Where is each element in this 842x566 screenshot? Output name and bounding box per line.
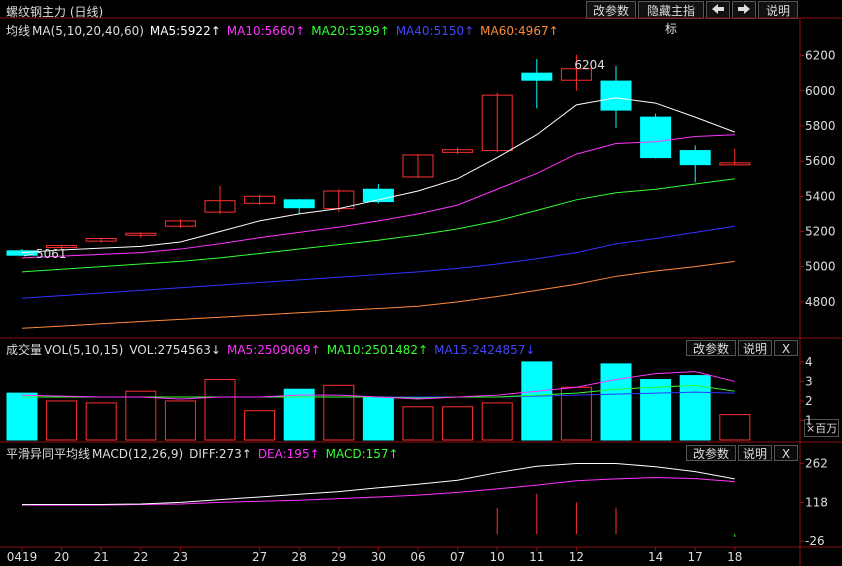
volume-bar xyxy=(85,402,117,441)
vol-y-tick-label: 1 xyxy=(805,413,813,427)
x-tick-label: 17 xyxy=(688,550,703,564)
x-tick-label: 18 xyxy=(727,550,742,564)
y-tick-label: 5000 xyxy=(805,260,836,274)
y-tick-label: 5200 xyxy=(805,224,836,238)
x-tick-label: 30 xyxy=(371,550,386,564)
candle-body xyxy=(521,72,553,81)
dea-line xyxy=(22,477,735,506)
volume-bar xyxy=(204,378,236,441)
x-tick-label: 27 xyxy=(252,550,267,564)
y-tick-label: 5400 xyxy=(805,189,836,203)
volume-bar xyxy=(600,363,632,441)
x-tick-label: 22 xyxy=(133,550,148,564)
volume-bar xyxy=(6,392,38,441)
volume-bar xyxy=(323,384,355,441)
x-tick-label: 21 xyxy=(94,550,109,564)
x-tick-label: 23 xyxy=(173,550,188,564)
y-tick-label: 6200 xyxy=(805,49,836,63)
candle-body xyxy=(679,150,711,166)
volume-bar xyxy=(244,410,276,441)
candle-body xyxy=(283,199,315,209)
volume-bar xyxy=(125,390,157,441)
volume-bar xyxy=(521,361,553,441)
vol-y-tick-label: 2 xyxy=(805,394,813,408)
x-tick-label: 11 xyxy=(529,550,544,564)
x-tick-label: 07 xyxy=(450,550,465,564)
y-tick-label: 5600 xyxy=(805,154,836,168)
ma40-line xyxy=(21,225,735,299)
x-tick-label: 29 xyxy=(331,550,346,564)
x-tick-label: 28 xyxy=(292,550,307,564)
volume-bar xyxy=(46,400,78,441)
x-tick-label: 0419 xyxy=(7,550,38,564)
vol-y-tick-label: 4 xyxy=(805,355,813,369)
x-tick-label: 20 xyxy=(54,550,69,564)
ma5-line xyxy=(21,97,735,254)
x-tick-label: 14 xyxy=(648,550,663,564)
x-tick-label: 06 xyxy=(410,550,425,564)
macd-y-tick-label: 262 xyxy=(805,457,828,471)
macd-y-tick-label: -26 xyxy=(805,534,825,548)
volume-bar xyxy=(640,378,672,441)
volume-bar xyxy=(402,406,434,441)
volume-bar xyxy=(362,396,394,441)
low-price-label: 5061 xyxy=(36,247,67,261)
volume-bar xyxy=(719,414,751,441)
macd-y-tick-label: 118 xyxy=(805,495,828,509)
volume-bar xyxy=(481,402,513,441)
diff-line xyxy=(22,463,735,506)
y-tick-label: 6000 xyxy=(805,84,836,98)
y-tick-label: 5800 xyxy=(805,119,836,133)
volume-bar xyxy=(442,406,474,441)
chart-canvas[interactable]: 480050005200540056005800600062001234-261… xyxy=(0,0,842,566)
x-tick-label: 10 xyxy=(490,550,505,564)
ma60-line xyxy=(21,260,735,329)
candle-body xyxy=(640,116,672,159)
x-tick-label: 12 xyxy=(569,550,584,564)
volume-bar xyxy=(164,400,196,441)
y-tick-label: 4800 xyxy=(805,295,836,309)
candle-body xyxy=(600,80,632,111)
high-price-label: 6204 xyxy=(574,58,605,72)
vol-y-tick-label: 3 xyxy=(805,374,813,388)
